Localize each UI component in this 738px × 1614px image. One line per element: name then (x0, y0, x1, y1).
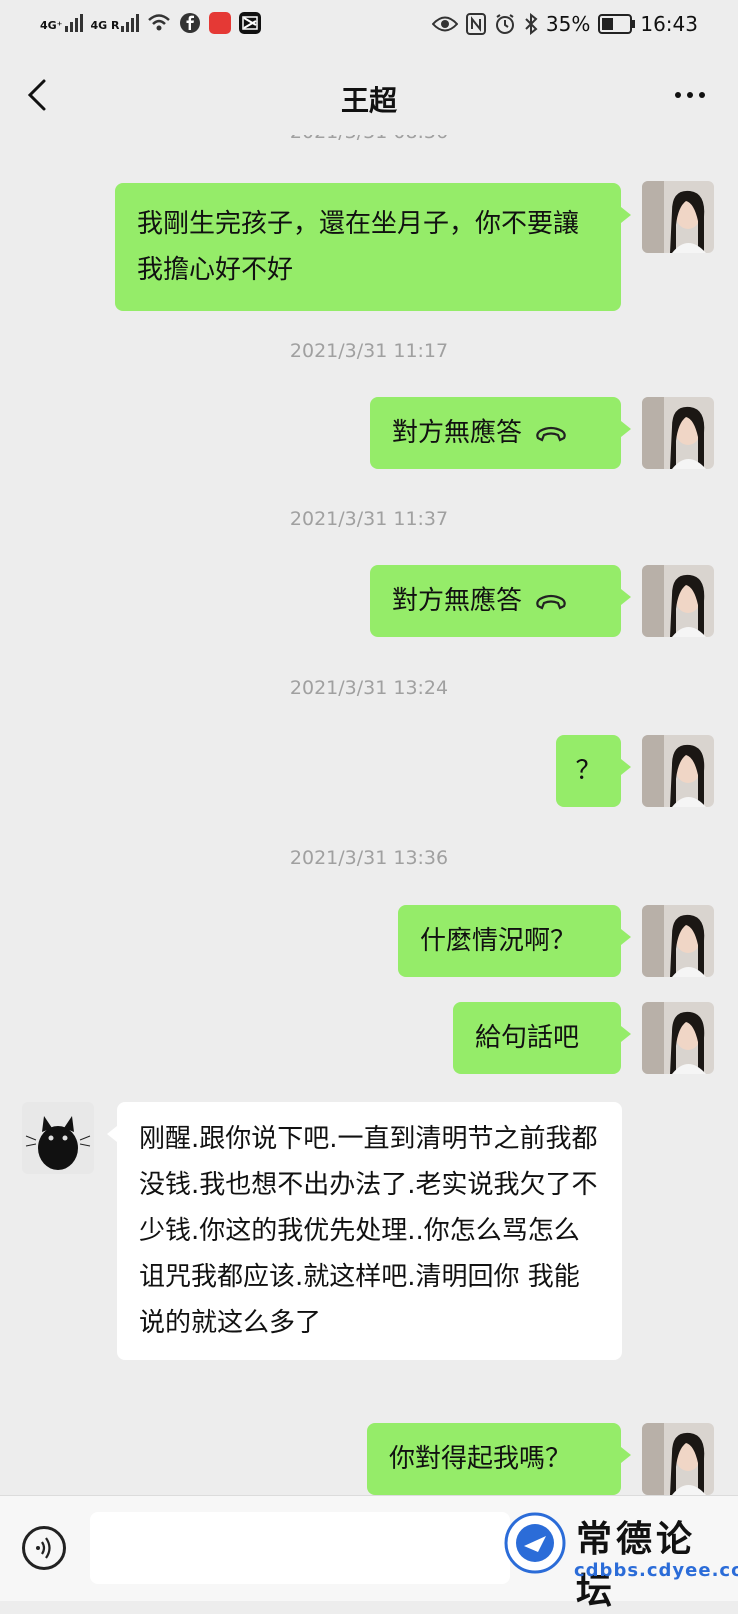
timestamp-partial: 2021/3/31 08:36 (0, 135, 738, 143)
my-avatar[interactable] (642, 565, 714, 637)
my-avatar[interactable] (642, 735, 714, 807)
eye-icon (431, 16, 458, 32)
alarm-icon (495, 14, 514, 34)
timestamp: 2021/3/31 13:36 (289, 847, 449, 869)
message-bubble-received[interactable]: 刚醒.跟你说下吧.一直到清明节之前我都没钱.我也想不出办法了.老实说我欠了不少钱… (107, 1102, 622, 1360)
call-no-answer-bubble[interactable]: 對方無應答 (370, 397, 631, 469)
voice-icon (36, 1537, 51, 1559)
wifi-icon (148, 14, 171, 31)
timestamp: 2021/3/31 13:24 (289, 677, 449, 699)
my-avatar[interactable] (642, 181, 714, 253)
phone-hangup-icon (536, 426, 566, 442)
my-avatar[interactable] (642, 1002, 714, 1074)
voice-input-button[interactable] (22, 1526, 66, 1570)
chat-header: 王超 (0, 55, 738, 135)
call-status-text: 對方無應答 (392, 586, 523, 616)
call-status-text: 對方無應答 (392, 418, 523, 448)
call-no-answer-bubble[interactable]: 對方無應答 (370, 565, 631, 637)
my-avatar[interactable] (642, 1423, 714, 1495)
message-input[interactable] (90, 1512, 510, 1584)
timestamp: 2021/3/31 11:37 (289, 508, 449, 530)
bluetooth-icon (525, 13, 538, 35)
forum-url: cdbbs.cdyee.com (574, 1560, 738, 1581)
status-bar: 4G⁺ 4G R 35% 16:43 (0, 0, 738, 50)
signal-2-label: 4G R (90, 19, 120, 32)
status-right: 35% 16:43 (431, 12, 698, 36)
chat-history[interactable]: 2021/3/31 08:36 我剛生完孩子，還在坐月子，你不要讓我擔心好不好 … (0, 135, 738, 1495)
nfc-icon (465, 13, 486, 35)
signal-1-icon: 4G⁺ (40, 14, 83, 32)
chat-title: 王超 (340, 84, 397, 117)
message-bubble-sent[interactable]: 我剛生完孩子，還在坐月子，你不要讓我擔心好不好 (115, 183, 631, 311)
my-avatar[interactable] (642, 905, 714, 977)
more-options-icon[interactable] (670, 83, 710, 107)
forum-logo (504, 1512, 566, 1574)
clock: 16:43 (640, 12, 698, 36)
video-app-icon (209, 12, 232, 34)
my-avatar[interactable] (642, 397, 714, 469)
contact-avatar[interactable] (22, 1102, 94, 1174)
timestamp: 2021/3/31 11:17 (289, 340, 449, 362)
status-left: 4G⁺ 4G R (40, 12, 262, 34)
message-bubble-sent[interactable]: 你對得起我嗎？ (367, 1423, 631, 1495)
capcut-icon (239, 12, 262, 34)
phone-hangup-icon (536, 594, 566, 610)
signal-2-icon: 4G R (91, 14, 140, 32)
forum-watermark: 常德论坛 cdbbs.cdyee.com (504, 1510, 738, 1612)
message-bubble-sent[interactable]: 給句話吧 (453, 1002, 631, 1074)
input-bar: 常德论坛 cdbbs.cdyee.com (0, 1495, 738, 1612)
message-bubble-sent[interactable]: 什麼情況啊？ (398, 905, 631, 977)
signal-1-label: 4G⁺ (40, 19, 63, 32)
message-bubble-sent[interactable]: ？ (556, 735, 631, 807)
battery-percent: 35% (545, 12, 591, 36)
battery-icon (598, 14, 636, 34)
facebook-icon (180, 13, 201, 33)
